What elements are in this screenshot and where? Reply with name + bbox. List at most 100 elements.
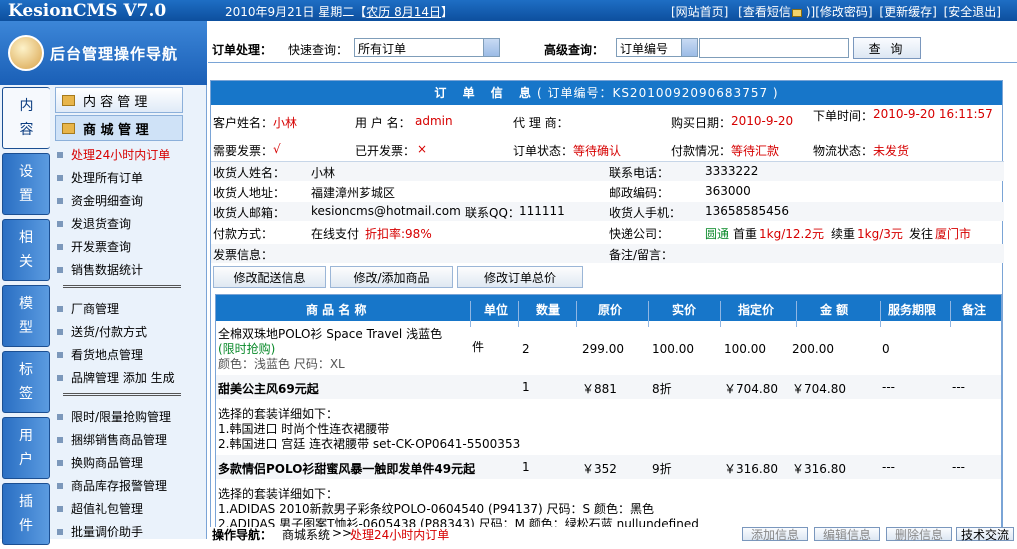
sidebar-menu-item[interactable]: 处理所有订单 [53, 166, 207, 189]
bullet-icon [57, 505, 63, 512]
col-name: 商 品 名 称 [306, 303, 367, 317]
sidebar-menu-item[interactable]: 资金明细查询 [53, 189, 207, 212]
sidebar-menu-item[interactable]: 开发票查询 [53, 235, 207, 258]
update-cache-link[interactable]: [更新缓存] [879, 5, 936, 19]
messages-link-label: [查看短信 [738, 5, 791, 19]
status-label: 订单状态： [513, 144, 574, 158]
change-password-link[interactable]: ][修改密码] [811, 5, 873, 19]
order-number: ( 订单编号：KS2010092090683757 ) [536, 86, 779, 100]
address-label: 收货人地址： [213, 186, 286, 200]
goods-name[interactable]: 甜美公主风69元起 [218, 380, 319, 397]
edit-total-button[interactable]: 修改订单总价 [457, 266, 583, 288]
sidebar-menu-item[interactable]: 发退货查询 [53, 212, 207, 235]
col-amount: 金 额 [820, 303, 849, 317]
search-input[interactable] [699, 38, 849, 58]
quick-query-value: 所有订单 [358, 42, 407, 56]
sidebar-tab[interactable]: 插 件 [2, 483, 50, 545]
goods-row: 全棉双珠地POLO衫 Space Travel 浅蓝色 (限时抢购) 颜色：浅蓝… [216, 321, 1001, 375]
user-gear-icon [8, 35, 44, 71]
sidebar-menu-item[interactable]: 看货地点管理 [53, 343, 207, 366]
goods-orig: 299.00 [582, 342, 624, 356]
col-note: 备注 [962, 303, 987, 317]
sidebar-menu-item[interactable]: 品牌管理 添加 生成 [53, 366, 207, 389]
discount-value: 折扣率:98% [365, 227, 432, 241]
order-row-1: 客户姓名： 小林 用 户 名： admin 代 理 商： 购买日期： 2010-… [211, 107, 1004, 137]
menu-item-label: 开发票查询 [71, 240, 132, 254]
sidebar-menu-item[interactable]: 超值礼包管理 [53, 497, 207, 520]
lunar-date-link[interactable]: 农历 8月14日 [366, 5, 441, 19]
sidebar-menu-item[interactable]: 捆绑销售商品管理 [53, 428, 207, 451]
goods-real: 9折 [652, 462, 672, 476]
sidebar-menu-item[interactable]: 限时/限量抢购管理 [53, 405, 207, 428]
bullet-icon [57, 151, 63, 158]
sidebar-menu-item[interactable]: 厂商管理 [53, 297, 207, 320]
email-row: 收货人邮箱： kesioncms@hotmail.com 联系QQ： 11111… [211, 202, 1004, 221]
footer-nav-shop[interactable]: 商城系统 [282, 526, 330, 543]
goods-amount: 200.00 [792, 342, 834, 356]
address-value: 福建漳州芗城区 [311, 186, 396, 200]
menu-item-label: 销售数据统计 [71, 263, 144, 277]
sidebar-tab[interactable]: 设 置 [2, 153, 50, 215]
footer-nav-current[interactable]: 处理24小时内订单 [350, 526, 449, 543]
section-shop-manage[interactable]: 商 城 管 理 [55, 115, 183, 141]
goods-term: 0 [882, 342, 890, 356]
section-content-manage[interactable]: 内 容 管 理 [55, 87, 183, 113]
sidebar-menu-item[interactable]: 处理24小时内订单 [53, 143, 207, 166]
remark-label: 备注/留言： [609, 248, 674, 262]
invoice-info-row: 发票信息： 备注/留言： [211, 244, 1004, 263]
goods-term: --- [882, 380, 895, 394]
receiver-name-label: 收货人姓名： [213, 166, 286, 180]
sidebar-tab[interactable]: 模 型 [2, 285, 50, 347]
goods-real: 100.00 [652, 342, 694, 356]
sidebar-tab[interactable]: 标 签 [2, 351, 50, 413]
search-button[interactable]: 查 询 [853, 37, 921, 59]
edit-goods-button[interactable]: 修改/添加商品 [330, 266, 453, 288]
sidebar-menu-item[interactable]: 销售数据统计 [53, 258, 207, 281]
query-label: 订单处理： [212, 43, 273, 57]
query-bar: 订单处理： 快速查询： 所有订单 高级查询： 订单编号 查 询 [208, 31, 1017, 63]
col-real: 实价 [672, 303, 697, 317]
logout-link[interactable]: [安全退出] [944, 5, 1001, 19]
edit-delivery-button[interactable]: 修改配送信息 [213, 266, 326, 288]
order-time-label: 下单时间： [813, 109, 874, 123]
package-detail-line: 2.韩国进口 宫廷 连衣裙腰带 set-CK-OP0641-5500353 [218, 437, 521, 451]
qq-label: 联系QQ： [465, 206, 520, 220]
goods-qty: 1 [522, 460, 530, 474]
home-link[interactable]: [网站首页] [671, 5, 728, 19]
cont-weight-label: 续重 [831, 227, 856, 241]
user-value: admin [415, 114, 453, 128]
bullet-icon [57, 482, 63, 489]
advanced-query-select[interactable]: 订单编号 [616, 38, 698, 57]
footer-bar: 操作导航： 商城系统 >> 处理24小时内订单 添加信息 编辑信息 删除信息 技… [208, 526, 1017, 542]
app-logo: KesionCMS V7.0 [8, 1, 167, 21]
date-display: 2010年9月21日 星期二【农历 8月14日】 [225, 3, 453, 20]
sidebar-menu-item[interactable]: 商品库存报警管理 [53, 474, 207, 497]
goods-qty: 1 [522, 380, 530, 394]
cont-weight-value: 1kg/3元 [857, 227, 903, 241]
sidebar-menu-item[interactable]: 批量调价助手 [53, 520, 207, 543]
customer-label: 客户姓名： [213, 116, 274, 130]
goods-fixed: ￥316.80 [724, 462, 778, 476]
sidebar-menu-item[interactable]: 换购商品管理 [53, 451, 207, 474]
col-unit: 单位 [484, 303, 509, 317]
menu-item-label: 超值礼包管理 [71, 502, 144, 516]
sidebar-tab[interactable]: 相 关 [2, 219, 50, 281]
sidebar-menu-item[interactable]: 送货/付款方式 [53, 320, 207, 343]
quick-query-select[interactable]: 所有订单 [354, 38, 500, 57]
col-term: 服务期限 [888, 303, 937, 317]
sidebar-tabs: 内 容设 置相 关模 型标 签用 户插 件 [0, 87, 52, 549]
invoice-label: 需要发票： [213, 144, 274, 158]
advanced-query-label: 高级查询： [544, 43, 605, 57]
goods-fixed: ￥704.80 [724, 382, 778, 396]
sidebar-tab[interactable]: 用 户 [2, 417, 50, 479]
phone-value: 3333222 [705, 164, 759, 178]
messages-link[interactable]: [查看短信) [735, 5, 810, 19]
goods-fixed: 100.00 [724, 342, 766, 356]
order-header: 订 单 信 息( 订单编号：KS2010092090683757 ) [211, 81, 1002, 105]
bullet-icon [57, 528, 63, 535]
goods-amount: ￥704.80 [792, 382, 846, 396]
menu-item-label: 送货/付款方式 [71, 325, 148, 339]
sidebar-tab[interactable]: 内 容 [2, 87, 50, 149]
menu-item-label: 批量调价助手 [71, 525, 144, 539]
goods-name[interactable]: 多款情侣POLO衫甜蜜风暴一触即发单件49元起 [218, 460, 475, 477]
